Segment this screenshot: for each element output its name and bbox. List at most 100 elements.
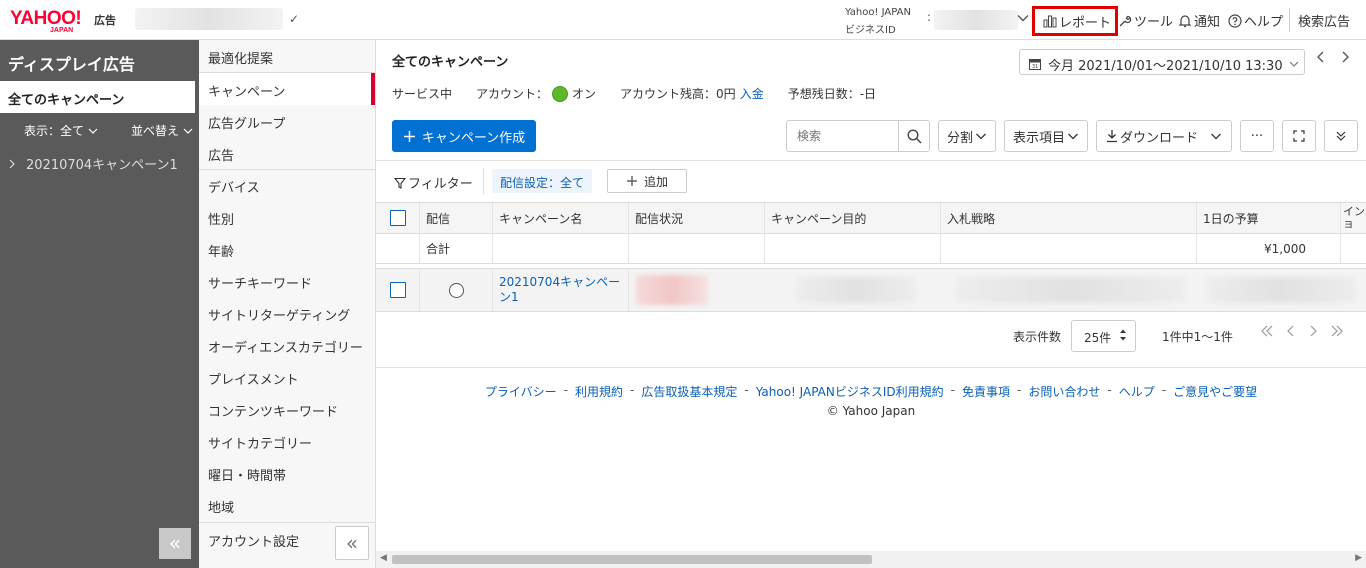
- date-prev-icon[interactable]: [1316, 50, 1326, 64]
- chevron-down-icon: [183, 126, 193, 136]
- search-ads-link[interactable]: 検索広告: [1298, 11, 1350, 30]
- report-type-nav: 最適化提案 キャンペーン 広告グループ 広告 デバイス 性別 年齢 サーチキーワード サイトリタ…: [199, 40, 376, 568]
- search-button[interactable]: [898, 120, 930, 152]
- nav-item-site-category[interactable]: サイトカテゴリー: [199, 425, 375, 457]
- columns-button[interactable]: 表示項目: [1004, 120, 1088, 152]
- nav-item-age[interactable]: 年齢: [199, 233, 375, 265]
- help-label: ヘルプ: [1244, 15, 1284, 30]
- redacted-status: [636, 275, 708, 305]
- footer-link[interactable]: Yahoo! JAPANビジネスID利用規約: [756, 383, 944, 400]
- date-range-label: 今月 2021/10/01～2021/10/10 13:30: [1048, 58, 1283, 74]
- sidebar-filter-dropdown[interactable]: 表示：全て: [24, 122, 98, 139]
- footer-link[interactable]: 利用規約: [575, 383, 623, 400]
- per-page-select[interactable]: 25件: [1071, 320, 1136, 352]
- chevron-down-icon[interactable]: [1017, 12, 1029, 24]
- column-header-delivery-status[interactable]: 配信状況: [629, 203, 765, 233]
- footer-link[interactable]: 広告取扱基本規定: [641, 383, 737, 400]
- column-header-bid-strategy[interactable]: 入札戦略: [941, 203, 1197, 233]
- sort-updown-icon: [1119, 328, 1127, 342]
- download-button[interactable]: ダウンロード: [1096, 120, 1232, 152]
- help-link[interactable]: ヘルプ: [1228, 11, 1283, 30]
- column-header-campaign-name[interactable]: キャンペーン名: [493, 203, 629, 233]
- nav-item-region[interactable]: 地域: [199, 489, 375, 521]
- nav-item-audience-category[interactable]: オーディエンスカテゴリー: [199, 329, 375, 361]
- table-header-row: 配信 キャンペーン名 配信状況 キャンペーン目的 入札戦略 1日の予算 イン シ…: [376, 202, 1366, 234]
- summary-label: 合計: [420, 234, 493, 263]
- first-page-icon[interactable]: [1260, 324, 1274, 338]
- row-checkbox[interactable]: [389, 282, 406, 298]
- select-all-checkbox[interactable]: [389, 210, 406, 226]
- report-link[interactable]: レポート: [1032, 6, 1118, 36]
- more-dots-icon: ···: [1250, 128, 1264, 144]
- fullscreen-icon: [1293, 130, 1305, 142]
- notice-link[interactable]: 通知: [1178, 11, 1220, 30]
- bell-icon: [1178, 14, 1192, 28]
- column-header-objective[interactable]: キャンペーン目的: [765, 203, 941, 233]
- deposit-link[interactable]: 入金: [740, 85, 764, 102]
- nav-item-ad-group[interactable]: 広告グループ: [199, 105, 375, 137]
- summary-empty-cell: [765, 234, 941, 263]
- sidebar-campaign-label: 20210704キャンペーン1: [26, 158, 178, 173]
- sidebar-collapse-button[interactable]: «: [159, 528, 191, 559]
- nav-item-search-keyword[interactable]: サーチキーワード: [199, 265, 375, 297]
- filter-divider: [483, 168, 484, 194]
- nav-item-gender[interactable]: 性別: [199, 201, 375, 233]
- nav-item-placement[interactable]: プレイスメント: [199, 361, 375, 393]
- tool-link[interactable]: ツール: [1118, 11, 1173, 30]
- status-on-icon: [552, 85, 569, 102]
- horizontal-scrollbar[interactable]: ◀ ▶: [376, 551, 1366, 568]
- nav-item-campaign[interactable]: キャンペーン: [199, 73, 375, 105]
- nav-item-site-retargeting[interactable]: サイトリターゲティング: [199, 297, 375, 329]
- scroll-right-icon[interactable]: ▶: [1355, 553, 1362, 563]
- footer-link[interactable]: お問い合わせ: [1028, 383, 1100, 400]
- footer-link[interactable]: 免責事項: [962, 383, 1010, 400]
- divider: [376, 367, 1366, 368]
- campaign-name-link[interactable]: 20210704キャンペーン1: [499, 275, 622, 305]
- column-header-daily-budget[interactable]: 1日の予算: [1197, 203, 1341, 233]
- report-label: レポート: [1059, 15, 1112, 31]
- date-range-picker[interactable]: 31 今月 2021/10/01～2021/10/10 13:30: [1019, 49, 1305, 75]
- create-campaign-button[interactable]: キャンペーン作成: [392, 120, 536, 152]
- split-button[interactable]: 分割: [938, 120, 996, 152]
- delivery-status-radio[interactable]: [448, 282, 464, 298]
- column-header-impressions[interactable]: イン ショ: [1341, 203, 1366, 233]
- yahoo-ads-logo[interactable]: YAHOO! JAPAN 広告: [10, 8, 122, 34]
- next-page-icon[interactable]: [1308, 324, 1318, 338]
- nav-item-device[interactable]: デバイス: [199, 169, 375, 201]
- filter-chip-delivery[interactable]: 配信設定：全て: [492, 169, 593, 193]
- nav-collapse-button[interactable]: «: [335, 526, 369, 560]
- footer-separator: -: [1017, 383, 1022, 397]
- footer-link[interactable]: プライバシー: [485, 383, 557, 400]
- sidebar-sort-dropdown[interactable]: 並べ替え: [131, 122, 193, 139]
- footer-link[interactable]: ヘルプ: [1119, 383, 1155, 400]
- fullscreen-button[interactable]: [1282, 120, 1316, 152]
- filter-button[interactable]: フィルター: [394, 173, 473, 192]
- nav-item-ad[interactable]: 広告: [199, 137, 375, 169]
- business-id-colon: :: [927, 10, 932, 24]
- scroll-left-icon[interactable]: ◀: [380, 553, 387, 563]
- scrollbar-thumb[interactable]: [392, 555, 872, 564]
- columns-label: 表示項目: [1012, 130, 1065, 146]
- redacted-value: [956, 277, 1186, 303]
- column-header-delivery[interactable]: 配信: [420, 203, 493, 233]
- nav-item-content-keyword[interactable]: コンテンツキーワード: [199, 393, 375, 425]
- sidebar-item-all-campaigns[interactable]: 全てのキャンペーン: [0, 81, 195, 113]
- pagination: 表示件数 25件 1件中1～1件: [376, 320, 1366, 368]
- search-input[interactable]: [786, 120, 898, 152]
- prev-page-icon[interactable]: [1286, 324, 1296, 338]
- footer-link[interactable]: ご意見やご要望: [1173, 383, 1257, 400]
- business-id-redacted[interactable]: [934, 10, 1018, 30]
- collapse-toolbar-button[interactable]: [1324, 120, 1358, 152]
- page-title: 全てのキャンペーン: [392, 55, 509, 70]
- nav-item-optimization[interactable]: 最適化提案: [199, 40, 375, 72]
- table-summary-row: 合計 ¥1,000: [376, 234, 1366, 264]
- date-next-icon[interactable]: [1340, 50, 1350, 64]
- more-options-button[interactable]: ···: [1240, 120, 1274, 152]
- add-filter-button[interactable]: 追加: [607, 169, 687, 193]
- divider: [376, 160, 1366, 161]
- last-page-icon[interactable]: [1330, 324, 1344, 338]
- sidebar-item-campaign[interactable]: 20210704キャンペーン1: [8, 154, 178, 173]
- add-filter-label: 追加: [643, 174, 668, 189]
- account-name-redacted[interactable]: [135, 8, 283, 30]
- nav-item-day-time[interactable]: 曜日・時間帯: [199, 457, 375, 489]
